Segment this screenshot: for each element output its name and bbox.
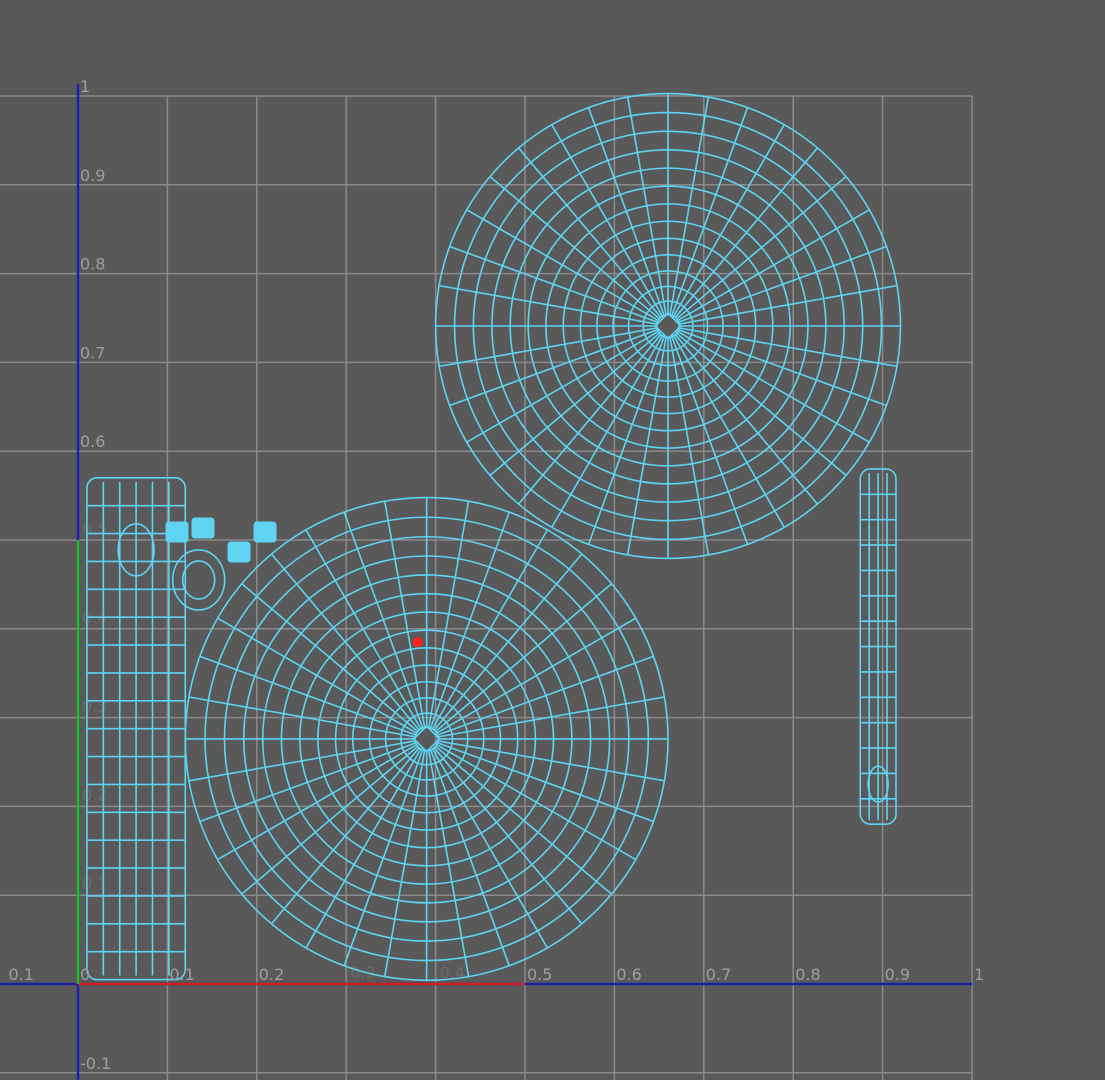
u-tick-label: 0.8 [795, 965, 820, 984]
patch [165, 521, 189, 543]
u-tick-label: 0.6 [616, 965, 641, 984]
v-tick-label: 0.8 [80, 255, 105, 274]
u-tick-label: 0.7 [706, 965, 731, 984]
v-tick-label: -0.1 [80, 1054, 111, 1073]
uv-editor-viewport[interactable]: 0.1 0 0.1 0.2 0.5 0.6 0.7 0.8 0.9 1 1 0.9 0.8 0.7 0.6 -… [0, 0, 1105, 1080]
faint-tick-label: 0.2 [82, 785, 107, 804]
faint-tick-label: 0.3 [350, 963, 375, 982]
faint-tick-label: 0.4 [82, 608, 107, 627]
u-tick-label: 0 [80, 965, 90, 984]
u-tick-label: 0.2 [259, 965, 284, 984]
v-tick-label: 1 [80, 77, 90, 96]
u-tick-label: 0.1 [169, 965, 194, 984]
faint-tick-label: 0.5 [82, 519, 107, 538]
patch [227, 541, 251, 563]
uv-pivot-handle[interactable] [412, 637, 423, 648]
v-tick-label: 0.9 [80, 166, 105, 185]
u-tick-label: 1 [974, 965, 984, 984]
patch [253, 521, 277, 543]
u-tick-label: 0.9 [885, 965, 910, 984]
u-tick-label: 0.5 [527, 965, 552, 984]
v-tick-label: 0.6 [80, 432, 105, 451]
faint-tick-label: 0.4 [440, 963, 465, 982]
faint-tick-label: 0.3 [82, 697, 107, 716]
patch [191, 517, 215, 539]
faint-tick-label: 0.1 [82, 874, 107, 893]
v-tick-label: 0.7 [80, 343, 105, 362]
u-tick-label: 0.1 [8, 965, 33, 984]
